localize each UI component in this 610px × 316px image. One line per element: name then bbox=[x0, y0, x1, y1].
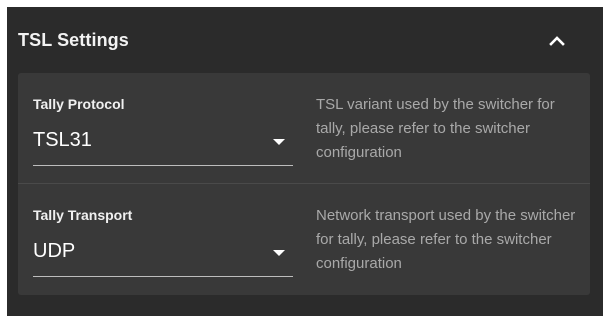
setting-row-tally-protocol: Tally Protocol TSL31 TSL variant used by… bbox=[18, 73, 590, 183]
tally-protocol-help: TSL variant used by the switcher for tal… bbox=[316, 96, 555, 161]
tally-transport-select[interactable]: UDP bbox=[33, 230, 293, 277]
chevron-up-icon bbox=[549, 36, 565, 46]
tsl-settings-panel: TSL Settings Tally Protocol TSL31 TSL va… bbox=[7, 7, 603, 316]
tally-protocol-value: TSL31 bbox=[33, 129, 92, 151]
panel-title: TSL Settings bbox=[18, 30, 129, 50]
tally-protocol-select[interactable]: TSL31 bbox=[33, 119, 293, 166]
settings-card: Tally Protocol TSL31 TSL variant used by… bbox=[18, 73, 590, 295]
dropdown-arrow-icon bbox=[273, 250, 285, 256]
tally-protocol-label: Tally Protocol bbox=[33, 96, 125, 112]
collapse-button[interactable] bbox=[543, 27, 571, 55]
dropdown-arrow-icon bbox=[273, 139, 285, 145]
tally-transport-label: Tally Transport bbox=[33, 207, 133, 223]
tally-transport-value: UDP bbox=[33, 240, 76, 262]
setting-row-tally-transport: Tally Transport UDP Network transport us… bbox=[18, 184, 590, 294]
tally-transport-help: Network transport used by the switcher f… bbox=[316, 207, 576, 272]
panel-header[interactable]: TSL Settings bbox=[7, 7, 603, 71]
